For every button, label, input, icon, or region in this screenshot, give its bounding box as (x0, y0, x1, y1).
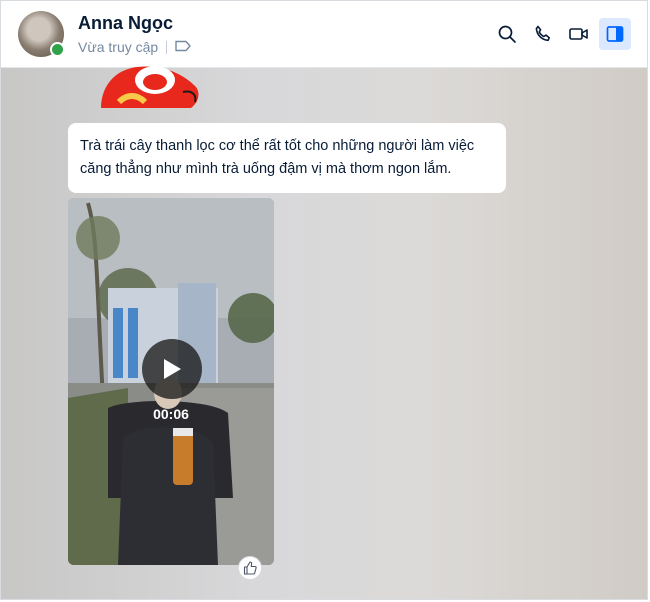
message-text: Trà trái cây thanh lọc cơ thể rất tốt ch… (80, 138, 475, 177)
online-indicator (50, 42, 65, 57)
phone-icon (535, 25, 550, 42)
contact-status: Vừa truy cập (78, 39, 159, 55)
sticker-image[interactable] (99, 64, 203, 108)
video-call-icon (569, 28, 588, 40)
avatar[interactable] (18, 11, 65, 57)
sidebar-toggle-button[interactable] (599, 18, 631, 50)
contact-name[interactable]: Anna Ngọc (78, 13, 173, 34)
header-actions (491, 18, 631, 50)
reaction-button[interactable] (238, 556, 262, 580)
tag-icon[interactable] (175, 39, 191, 55)
divider (166, 40, 168, 54)
search-icon (498, 25, 516, 43)
video-message[interactable]: 00:06 (68, 198, 274, 565)
text-message-bubble[interactable]: Trà trái cây thanh lọc cơ thể rất tốt ch… (68, 123, 506, 193)
chat-window: Anna Ngọc Vừa truy cập Trà trái cây than… (0, 0, 648, 600)
play-button[interactable] (142, 339, 202, 399)
sidebar-toggle-icon (606, 26, 624, 42)
chat-header: Anna Ngọc Vừa truy cập (1, 1, 647, 68)
search-button[interactable] (491, 18, 523, 50)
contact-status-row: Vừa truy cập (78, 39, 191, 55)
call-button[interactable] (527, 18, 559, 50)
video-duration: 00:06 (153, 406, 189, 422)
play-icon (164, 359, 181, 379)
thumbs-up-icon (243, 561, 257, 575)
conversation-area: Trà trái cây thanh lọc cơ thể rất tốt ch… (1, 66, 647, 599)
video-call-button[interactable] (563, 18, 595, 50)
